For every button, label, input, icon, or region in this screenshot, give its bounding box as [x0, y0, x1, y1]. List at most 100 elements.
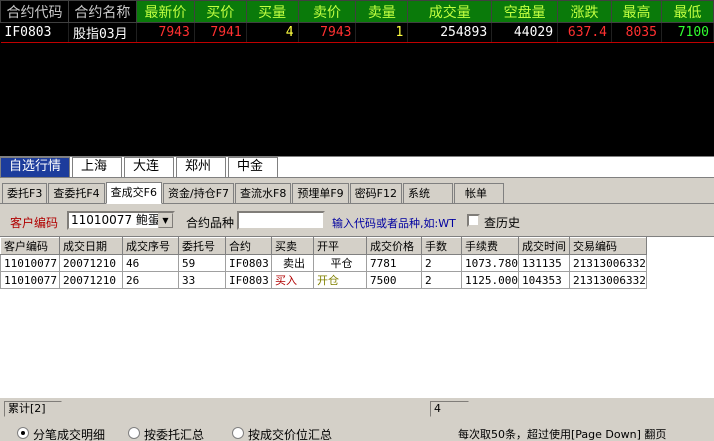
- cell-trade-seq: 26: [122, 271, 179, 289]
- tab-preset-orders[interactable]: 预埋单F9: [292, 183, 349, 203]
- cell-lots: 2: [421, 271, 462, 289]
- quote-ask: 7943: [298, 22, 357, 43]
- chevron-down-icon[interactable]: ▼: [158, 213, 173, 228]
- market-tab-shanghai[interactable]: 上海: [72, 157, 123, 177]
- tab-password[interactable]: 密码F12: [349, 183, 403, 203]
- cell-exchange-code: 21313006332: [568, 271, 647, 289]
- market-tab-dalian[interactable]: 大连: [124, 157, 175, 177]
- cell-price: 7500: [366, 271, 422, 289]
- tab-funds-positions[interactable]: 资金/持仓F7: [162, 183, 235, 203]
- cell-trade-date: 20071210: [59, 254, 123, 272]
- quote-volume: 254893: [407, 22, 493, 43]
- market-tab-watchlist[interactable]: 自选行情: [0, 157, 71, 177]
- product-hint: 输入代码或者品种,如:WT: [332, 217, 456, 230]
- quote-last: 7943: [136, 22, 195, 43]
- cell-side: 买入: [271, 271, 314, 289]
- quote-header-name[interactable]: 合约名称: [67, 0, 137, 23]
- client-code-select[interactable]: 11010077 鲍蛋 ▼: [67, 211, 175, 230]
- quote-header-bid-vol[interactable]: 买量: [245, 0, 299, 23]
- table-row[interactable]: 11010077 20071210 26 33 IF0803 买入 开仓 750…: [0, 271, 647, 289]
- quote-header-low[interactable]: 最低: [660, 0, 714, 23]
- history-checkbox[interactable]: [467, 214, 480, 227]
- radio-detail-label[interactable]: 分笔成交明细: [33, 426, 105, 441]
- quote-header-ask[interactable]: 卖价: [297, 0, 357, 23]
- cell-contract: IF0803: [225, 254, 272, 272]
- quote-header-open-interest[interactable]: 空盘量: [491, 0, 559, 23]
- tab-query-flow[interactable]: 查流水F8: [235, 183, 292, 203]
- tab-query-orders[interactable]: 查委托F4: [48, 183, 105, 203]
- col-client-code[interactable]: 客户编码: [0, 237, 60, 255]
- quote-bid-vol: 4: [246, 22, 299, 43]
- col-price[interactable]: 成交价格: [366, 237, 422, 255]
- quote-open-interest: 44029: [491, 22, 559, 43]
- quote-header-code[interactable]: 合约代码: [0, 0, 69, 23]
- quote-name: 股指03月: [68, 22, 137, 43]
- radio-by-order[interactable]: [128, 427, 140, 439]
- quote-header-row: 合约代码 合约名称 最新价 买价 买量 卖价 卖量 成交量 空盘量 涨跌 最高 …: [0, 0, 714, 23]
- cell-trade-time: 131135: [517, 254, 570, 272]
- client-code-label: 客户编码: [10, 216, 59, 230]
- quote-header-last[interactable]: 最新价: [135, 0, 195, 23]
- quote-row[interactable]: IF0803 股指03月 7943 7941 4 7943 1 254893 4…: [0, 22, 714, 43]
- trade-header-row: 客户编码 成交日期 成交序号 委托号 合约 买卖 开平 成交价格 手数 手续费 …: [0, 237, 647, 255]
- col-contract[interactable]: 合约: [225, 237, 272, 255]
- cell-trade-seq: 46: [122, 254, 179, 272]
- cell-client-code: 11010077: [0, 271, 60, 289]
- cell-price: 7781: [366, 254, 422, 272]
- col-order-no[interactable]: 委托号: [178, 237, 226, 255]
- total-label: 累计[2]: [4, 401, 62, 417]
- quote-low: 7100: [661, 22, 714, 43]
- cell-order-no: 33: [178, 271, 226, 289]
- totals-bar: 累计[2] 4: [0, 400, 714, 419]
- cell-exchange-code: 21313006332: [568, 254, 647, 272]
- trade-table: 客户编码 成交日期 成交序号 委托号 合约 买卖 开平 成交价格 手数 手续费 …: [0, 237, 647, 289]
- cell-open-close: 平仓: [313, 254, 367, 272]
- cell-trade-time: 104353: [517, 271, 570, 289]
- cell-lots: 2: [421, 254, 462, 272]
- market-tab-bar: 自选行情 上海 大连 郑州 中金: [0, 156, 714, 178]
- quote-header-ask-vol[interactable]: 卖量: [355, 0, 409, 23]
- radio-by-price-label[interactable]: 按成交价位汇总: [248, 426, 332, 441]
- table-row[interactable]: 11010077 20071210 46 59 IF0803 卖出 平仓 778…: [0, 254, 647, 272]
- tab-statement[interactable]: 帐单: [454, 183, 505, 203]
- col-trade-seq[interactable]: 成交序号: [122, 237, 179, 255]
- tab-system[interactable]: 系统: [403, 183, 454, 203]
- col-open-close[interactable]: 开平: [313, 237, 367, 255]
- col-lots[interactable]: 手数: [421, 237, 462, 255]
- tab-order[interactable]: 委托F3: [2, 183, 48, 203]
- total-lots: 4: [430, 401, 469, 417]
- col-fee[interactable]: 手续费: [461, 237, 519, 255]
- quote-high: 8035: [611, 22, 662, 43]
- tab-query-trades[interactable]: 查成交F6: [105, 182, 162, 204]
- cell-side: 卖出: [271, 254, 314, 272]
- page-hint: 每次取50条，超过使用[Page Down] 翻页: [458, 428, 667, 441]
- radio-by-order-label[interactable]: 按委托汇总: [144, 426, 204, 441]
- trade-grid[interactable]: 客户编码 成交日期 成交序号 委托号 合约 买卖 开平 成交价格 手数 手续费 …: [0, 236, 714, 398]
- col-trade-date[interactable]: 成交日期: [59, 237, 123, 255]
- client-code-value: 11010077 鲍蛋: [71, 213, 160, 227]
- quote-header-high[interactable]: 最高: [611, 0, 662, 23]
- cell-open-close: 开仓: [313, 271, 367, 289]
- radio-detail[interactable]: [17, 427, 29, 439]
- quote-board: 合约代码 合约名称 最新价 买价 买量 卖价 卖量 成交量 空盘量 涨跌 最高 …: [0, 0, 714, 156]
- quote-ask-vol: 1: [355, 22, 409, 43]
- quote-header-volume[interactable]: 成交量: [407, 0, 493, 23]
- radio-by-price[interactable]: [232, 427, 244, 439]
- cell-fee: 1073.780: [461, 254, 519, 272]
- market-tab-zhengzhou[interactable]: 郑州: [176, 157, 227, 177]
- col-trade-time[interactable]: 成交时间: [517, 237, 570, 255]
- quote-header-bid[interactable]: 买价: [193, 0, 247, 23]
- col-side[interactable]: 买卖: [271, 237, 314, 255]
- quote-code: IF0803: [0, 22, 69, 43]
- quote-header-change[interactable]: 涨跌: [557, 0, 613, 23]
- cell-contract: IF0803: [225, 271, 272, 289]
- cell-trade-date: 20071210: [59, 271, 123, 289]
- col-exchange-code[interactable]: 交易编码: [568, 237, 647, 255]
- product-input[interactable]: [237, 211, 325, 230]
- function-tab-bar: 委托F3 查委托F4 查成交F6 资金/持仓F7 查流水F8 预埋单F9 密码F…: [0, 182, 714, 204]
- cell-order-no: 59: [178, 254, 226, 272]
- summary-options: 分笔成交明细 按委托汇总 按成交价位汇总 每次取50条，超过使用[Page Do…: [0, 424, 714, 441]
- history-label: 查历史: [484, 216, 521, 230]
- product-label: 合约品种: [186, 216, 235, 230]
- market-tab-cffex[interactable]: 中金: [228, 157, 279, 177]
